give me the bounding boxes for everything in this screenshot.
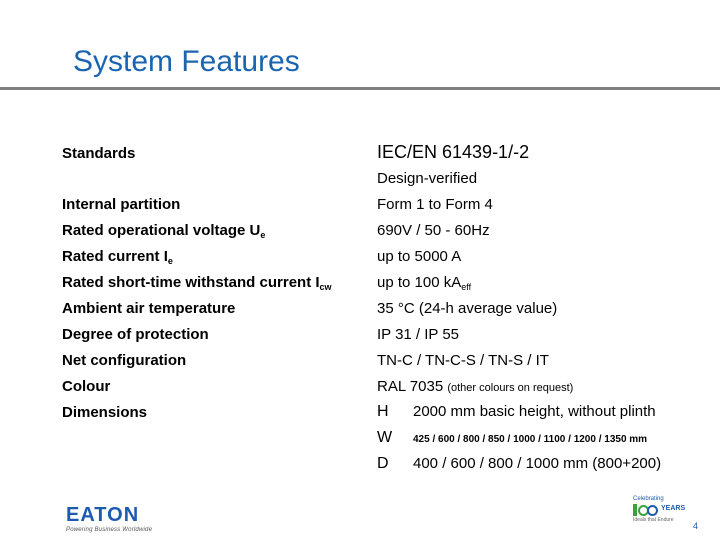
- hundred-zero-glyph: [647, 504, 658, 516]
- slide-title: System Features: [73, 45, 300, 78]
- label-dimensions: Dimensions: [62, 404, 148, 421]
- value-rated-current: up to 5000 A: [377, 248, 462, 265]
- label-text: Rated short-time withstand current I: [62, 274, 320, 291]
- label-rated-current: Rated current Ie: [62, 248, 173, 266]
- label-internal-partition: Internal partition: [62, 196, 181, 213]
- value-short-time-current: up to 100 kAeff: [377, 274, 471, 292]
- value-dimension-depth: D 400 / 600 / 800 / 1000 mm (800+200): [377, 455, 661, 473]
- eaton-tagline: Powering Business Worldwide: [66, 527, 153, 533]
- value-ambient-temperature: 35 °C (24-h average value): [377, 300, 558, 317]
- value-colour: RAL 7035 (other colours on request): [377, 378, 573, 395]
- dimension-key: W: [377, 429, 393, 446]
- anniversary-years: YEARS: [661, 505, 686, 512]
- value-text: up to 100 kA: [377, 274, 462, 291]
- value-note: (other colours on request): [447, 382, 574, 394]
- dimension-key: D: [377, 455, 389, 472]
- label-ambient-temperature: Ambient air temperature: [62, 300, 236, 317]
- label-subscript: e: [260, 230, 266, 240]
- eaton-logo: EATON Powering Business Worldwide: [66, 505, 152, 533]
- page-number: 4: [693, 521, 699, 531]
- value-net-configuration: TN-C / TN-C-S / TN-S / IT: [377, 352, 549, 369]
- label-net-configuration: Net configuration: [62, 352, 187, 369]
- label-degree-of-protection: Degree of protection: [62, 326, 209, 343]
- dimension-value: 425 / 600 / 800 / 850 / 1000 / 1100 / 12…: [413, 434, 648, 445]
- hundred-icon: YEARS: [633, 503, 705, 517]
- label-text: Rated current I: [62, 248, 168, 265]
- value-text: RAL 7035: [377, 378, 444, 395]
- value-dimension-height: H 2000 mm basic height, without plinth: [377, 403, 656, 421]
- dimension-key: H: [377, 403, 389, 420]
- label-text: Rated operational voltage U: [62, 222, 261, 239]
- anniversary-celebrating: Celebrating: [633, 496, 664, 502]
- dimension-value: 400 / 600 / 800 / 1000 mm (800+200): [413, 455, 662, 472]
- value-dimension-width: W 425 / 600 / 800 / 850 / 1000 / 1100 / 1…: [377, 429, 647, 447]
- value-degree-of-protection: IP 31 / IP 55: [377, 326, 460, 343]
- label-short-time-current: Rated short-time withstand current Icw: [62, 274, 332, 292]
- hundred-one-glyph: [633, 504, 637, 516]
- label-standards: Standards: [62, 145, 136, 162]
- value-subscript: eff: [461, 282, 472, 292]
- dimension-value: 2000 mm basic height, without plinth: [413, 403, 656, 420]
- label-colour: Colour: [62, 378, 111, 395]
- value-rated-voltage: 690V / 50 - 60Hz: [377, 222, 490, 239]
- anniversary-logo: Celebrating YEARS Ideals that Endure: [633, 496, 705, 524]
- value-standards: IEC/EN 61439-1/-2: [377, 142, 530, 162]
- value-design-verified: Design-verified: [377, 170, 478, 187]
- label-subscript: cw: [319, 282, 332, 292]
- value-internal-partition: Form 1 to Form 4: [377, 196, 493, 213]
- title-divider: [0, 87, 720, 90]
- eaton-wordmark: EATON: [66, 504, 140, 526]
- label-rated-voltage: Rated operational voltage Ue: [62, 222, 265, 240]
- label-subscript: e: [167, 256, 173, 266]
